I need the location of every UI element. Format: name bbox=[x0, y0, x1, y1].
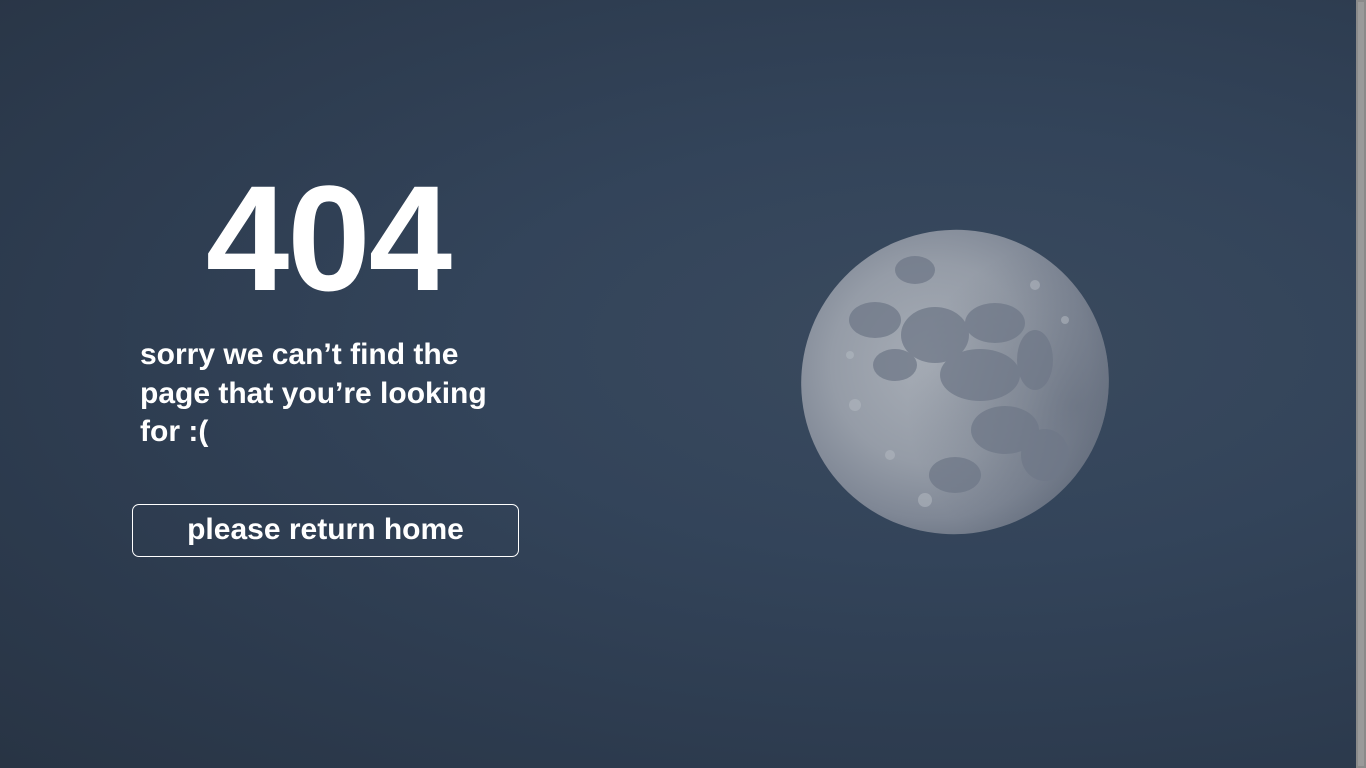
scrollbar-thumb[interactable] bbox=[1358, 2, 1364, 766]
error-message: sorry we can’t find the page that you’re… bbox=[140, 338, 487, 448]
error-code: 404 bbox=[205, 154, 452, 322]
moon-icon bbox=[795, 225, 1120, 543]
return-home-button[interactable]: please return home bbox=[132, 504, 519, 557]
vertical-scrollbar[interactable] bbox=[1356, 0, 1366, 768]
error-page: 404 sorry we can’t find the page that yo… bbox=[0, 0, 1356, 768]
